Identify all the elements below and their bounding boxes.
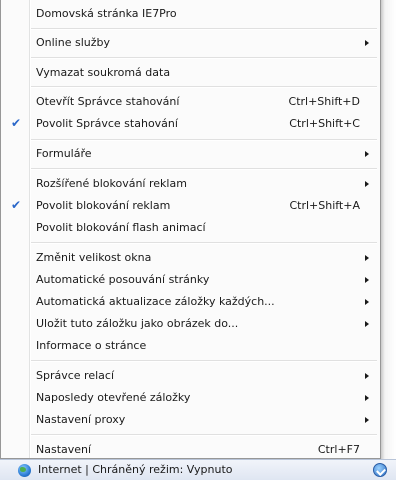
menu-separator [31,57,377,59]
menu-item-ie7pro-homepage[interactable]: Domovská stránka IE7Pro [3,4,378,24]
menu-item-label: Nastavení [36,443,92,456]
menu-item-label: Správce relací [36,369,114,382]
submenu-arrow-icon [365,40,369,46]
checkmark-icon: ✔ [11,198,22,212]
menu-separator [31,168,377,170]
menu-item-session-manager[interactable]: Správce relací [3,366,378,386]
status-bar: Internet | Chráněný režim: Vypnuto [0,459,396,480]
menu-item-label: Vymazat soukromá data [36,66,171,79]
menu-item-forms[interactable]: Formuláře [3,144,378,164]
ie7pro-status-icon[interactable] [373,463,387,477]
menu-item-auto-scroll[interactable]: Automatické posouvání stránky [3,270,378,290]
menu-item-label: Automatická aktualizace záložky každých.… [36,295,275,308]
menu-item-proxy-settings[interactable]: Nastavení proxy [3,410,378,430]
window-border [381,0,396,459]
menu-item-label: Naposledy otevřené záložky [36,391,191,404]
submenu-arrow-icon [365,395,369,401]
menu-item-label: Nastavení proxy [36,413,126,426]
submenu-arrow-icon [365,255,369,261]
menu-item-page-info[interactable]: Informace o stránce [3,336,378,356]
submenu-arrow-icon [365,321,369,327]
menu-item-label: Informace o stránce [36,339,147,352]
menu-item-label: Uložit tuto záložku jako obrázek do... [36,317,239,330]
menu-item-resize-window[interactable]: Změnit velikost okna [3,248,378,268]
menu-item-label: Formuláře [36,147,92,160]
menu-item-shortcut: Ctrl+Shift+D [288,95,360,108]
menu-item-shortcut: Ctrl+Shift+C [289,117,360,130]
menu-item-label: Online služby [36,36,111,49]
internet-zone-globe-icon[interactable] [18,464,31,477]
menu-item-settings[interactable]: Nastavení Ctrl+F7 [3,440,378,460]
submenu-arrow-icon [365,151,369,157]
menu-item-advanced-ad-blocking[interactable]: Rozšířené blokování reklam [3,174,378,194]
menu-separator [31,139,377,141]
menu-item-shortcut: Ctrl+F7 [317,443,360,456]
menu-item-online-services[interactable]: Online služby [3,33,378,53]
checkmark-icon: ✔ [11,116,22,130]
menu-item-label: Změnit velikost okna [36,251,152,264]
menu-item-clear-private-data[interactable]: Vymazat soukromá data [3,63,378,83]
submenu-arrow-icon [365,373,369,379]
menu-item-label: Povolit blokování flash animací [36,221,206,234]
menu-item-label: Automatické posouvání stránky [36,273,210,286]
submenu-arrow-icon [365,299,369,305]
menu-item-enable-download-manager[interactable]: ✔ Povolit Správce stahování Ctrl+Shift+C [3,114,378,134]
menu-separator [31,242,377,244]
menu-item-label: Otevřít Správce stahování [36,95,180,108]
menu-separator [31,86,377,88]
menu-item-label: Domovská stránka IE7Pro [36,7,177,20]
menu-item-enable-flash-blocking[interactable]: Povolit blokování flash animací [3,218,378,238]
submenu-arrow-icon [365,181,369,187]
menu-item-save-tab-as-image[interactable]: Uložit tuto záložku jako obrázek do... [3,314,378,334]
menu-separator [31,28,377,30]
menu-item-shortcut: Ctrl+Shift+A [289,199,360,212]
menu-item-label: Povolit blokování reklam [36,199,171,212]
menu-item-open-download-manager[interactable]: Otevřít Správce stahování Ctrl+Shift+D [3,92,378,112]
menu-item-label: Povolit Správce stahování [36,117,178,130]
submenu-arrow-icon [365,277,369,283]
submenu-arrow-icon [365,417,369,423]
menu-item-auto-refresh-tab[interactable]: Automatická aktualizace záložky každých.… [3,292,378,312]
menu-item-enable-ad-blocking[interactable]: ✔ Povolit blokování reklam Ctrl+Shift+A [3,196,378,216]
menu-separator [31,360,377,362]
menu-item-recently-closed-tabs[interactable]: Naposledy otevřené záložky [3,388,378,408]
menu-separator [31,434,377,436]
security-zone-text: Internet | Chráněný režim: Vypnuto [38,463,233,476]
ie7pro-context-menu: Domovská stránka IE7Pro Online služby Vy… [0,0,381,459]
menu-item-label: Rozšířené blokování reklam [36,177,187,190]
